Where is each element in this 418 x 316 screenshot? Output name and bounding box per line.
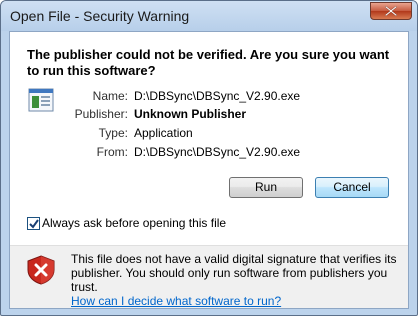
close-icon [385, 6, 397, 16]
always-ask-checkbox[interactable] [27, 217, 40, 230]
dialog-client-area: The publisher could not be verified. Are… [9, 31, 409, 309]
publisher-label: Publisher: [74, 107, 128, 121]
type-label: Type: [98, 126, 128, 140]
warning-text: This file does not have a valid digital … [71, 252, 397, 294]
dialog-content: The publisher could not be verified. Are… [10, 32, 408, 245]
dialog-heading: The publisher could not be verified. Are… [27, 47, 390, 78]
from-value: D:\DBSync\DBSync_V2.90.exe [134, 145, 301, 159]
publisher-value: Unknown Publisher [134, 107, 247, 121]
security-warning-window: Open File - Security Warning The publish… [0, 0, 418, 316]
cancel-button[interactable]: Cancel [315, 177, 389, 198]
shield-warning-icon [27, 255, 55, 285]
help-link[interactable]: How can I decide what software to run? [71, 294, 401, 308]
title-bar[interactable]: Open File - Security Warning [1, 1, 417, 31]
always-ask-label[interactable]: Always ask before opening this file [42, 216, 226, 230]
checkmark-icon [29, 219, 39, 229]
run-button[interactable]: Run [229, 177, 303, 198]
divider [10, 245, 408, 246]
warning-message: This file does not have a valid digital … [71, 252, 401, 308]
name-label: Name: [92, 89, 128, 103]
name-value: D:\DBSync\DBSync_V2.90.exe [134, 89, 301, 103]
close-button[interactable] [370, 2, 412, 20]
window-title: Open File - Security Warning [10, 8, 190, 24]
from-label: From: [96, 145, 128, 159]
type-value: Application [134, 126, 193, 140]
